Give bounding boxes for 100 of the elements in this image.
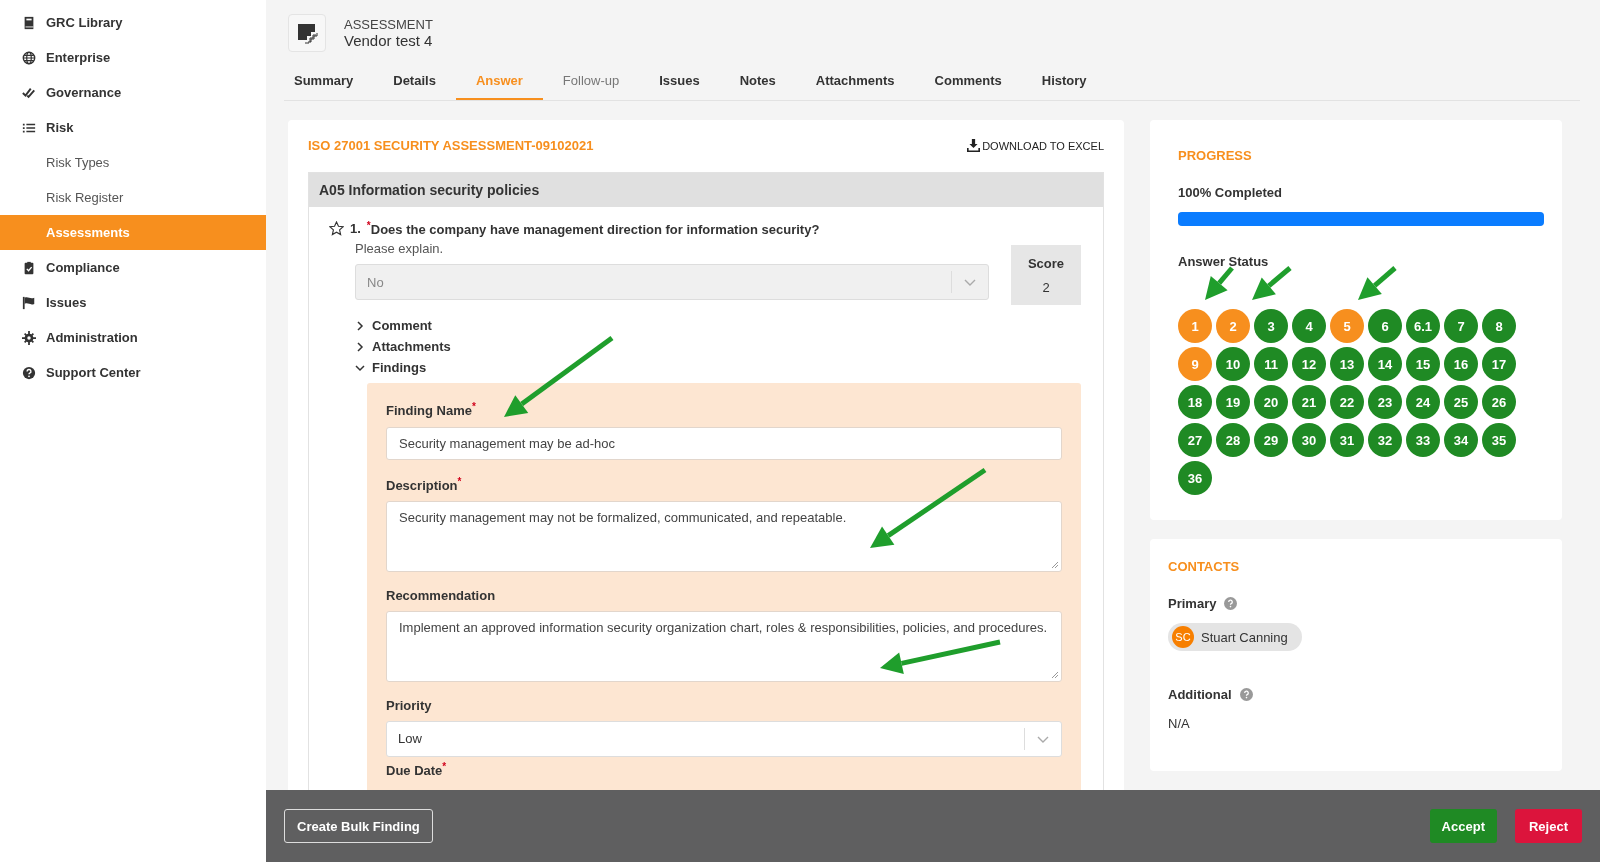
answer-status-dot[interactable]: 8 bbox=[1482, 309, 1516, 343]
answer-status-dot[interactable]: 3 bbox=[1254, 309, 1288, 343]
panel-toggle[interactable]: Findings bbox=[329, 357, 1081, 379]
answer-status-dot[interactable]: 36 bbox=[1178, 461, 1212, 495]
nav-item[interactable]: GRC Library bbox=[0, 5, 266, 40]
answer-status-dot[interactable]: 10 bbox=[1216, 347, 1250, 381]
text-area[interactable]: Implement an approved information security organization chart, roles & responsibilities, policies, and procedures. bbox=[386, 611, 1062, 682]
chevron-right-icon bbox=[355, 341, 365, 352]
answer-status-dot[interactable]: 1 bbox=[1178, 309, 1212, 343]
field-label: Finding Name$^{*}$ bbox=[386, 401, 477, 419]
gear-icon bbox=[22, 330, 36, 345]
answer-status-dot[interactable]: 20 bbox=[1254, 385, 1288, 419]
field-label: Recommendation bbox=[386, 588, 497, 603]
answer-status-dot[interactable]: 34 bbox=[1444, 423, 1478, 457]
answer-status-dot[interactable]: 16 bbox=[1444, 347, 1478, 381]
contact-chip[interactable]: SC Stuart Canning bbox=[1168, 623, 1302, 651]
chevron-down-icon bbox=[355, 362, 365, 373]
nav-item[interactable]: Enterprise bbox=[0, 40, 266, 75]
double-check-icon bbox=[22, 85, 36, 100]
help-icon bbox=[1224, 597, 1238, 610]
tab[interactable]: Notes bbox=[719, 66, 796, 100]
answer-status-dot[interactable]: 6 bbox=[1368, 309, 1402, 343]
answer-status-label: Answer Status bbox=[1178, 254, 1270, 269]
input-field[interactable]: Security management may be ad-hoc bbox=[386, 426, 1062, 460]
section-header: A05 Information security policies bbox=[309, 173, 1103, 207]
resize-handle-icon bbox=[1051, 561, 1059, 569]
answer-status-dot[interactable]: 29 bbox=[1254, 423, 1288, 457]
field-label: Additional bbox=[1168, 687, 1232, 702]
answer-status-dot[interactable]: 19 bbox=[1216, 385, 1250, 419]
answer-status-dot[interactable]: 32 bbox=[1368, 423, 1402, 457]
answer-status-dot[interactable]: 33 bbox=[1406, 423, 1440, 457]
nav-item[interactable]: Administration bbox=[0, 320, 266, 355]
tab[interactable]: History bbox=[1021, 66, 1107, 100]
accept-button[interactable]: Accept bbox=[1429, 809, 1497, 843]
answer-status-dot[interactable]: 31 bbox=[1330, 423, 1364, 457]
question-number: 1. bbox=[350, 221, 361, 237]
assessment-title: ISO 27001 SECURITY ASSESSMENT-09102021 bbox=[308, 138, 594, 153]
help-icon bbox=[1239, 688, 1253, 701]
answer-status-dot[interactable]: 23 bbox=[1368, 385, 1402, 419]
download-link[interactable]: DOWNLOAD TO EXCEL bbox=[967, 139, 1104, 152]
record-type: ASSESSMENT bbox=[344, 17, 433, 32]
answer-status-dot[interactable]: 9 bbox=[1178, 347, 1212, 381]
nav-item[interactable]: Governance bbox=[0, 75, 266, 110]
nav-item[interactable]: Support Center bbox=[0, 355, 266, 390]
nav-item[interactable]: Risk Register bbox=[0, 180, 266, 215]
panel-toggle[interactable]: Comment bbox=[329, 315, 1081, 337]
outline-button[interactable]: Create Bulk Finding bbox=[284, 809, 433, 843]
nav-item[interactable]: Risk bbox=[0, 110, 266, 145]
answer-status-dot[interactable]: 28 bbox=[1216, 423, 1250, 457]
annotation-arrow bbox=[1358, 266, 1397, 300]
tab[interactable]: Issues bbox=[639, 66, 720, 100]
answer-status-dot[interactable]: 26 bbox=[1482, 385, 1516, 419]
answer-status-dot[interactable]: 18 bbox=[1178, 385, 1212, 419]
question-text: $^{*}$Does the company have management direction for information security? bbox=[366, 220, 820, 238]
score-label: Score bbox=[1026, 255, 1066, 271]
nav-item[interactable]: Compliance bbox=[0, 250, 266, 285]
tab[interactable]: Details bbox=[373, 66, 456, 100]
nav-item[interactable]: Issues bbox=[0, 285, 266, 320]
score-value: 2 bbox=[1041, 279, 1051, 295]
tab[interactable]: Comments bbox=[914, 66, 1022, 100]
answer-status-dot[interactable]: 14 bbox=[1368, 347, 1402, 381]
annotation-arrow bbox=[1252, 266, 1292, 300]
book-icon bbox=[22, 15, 36, 30]
tab[interactable]: Attachments bbox=[795, 66, 915, 100]
chevron-right-icon bbox=[355, 320, 365, 331]
answer-status-dot[interactable]: 17 bbox=[1482, 347, 1516, 381]
answer-status-dot[interactable]: 21 bbox=[1292, 385, 1326, 419]
answer-status-dot[interactable]: 30 bbox=[1292, 423, 1326, 457]
answer-status-dot[interactable]: 13 bbox=[1330, 347, 1364, 381]
answer-status-dot[interactable]: 27 bbox=[1178, 423, 1212, 457]
answer-status-dot[interactable]: 24 bbox=[1406, 385, 1440, 419]
answer-status-dot[interactable]: 4 bbox=[1292, 309, 1326, 343]
field-label: Primary bbox=[1168, 596, 1217, 611]
answer-status-dot[interactable]: 35 bbox=[1482, 423, 1516, 457]
record-title: Vendor test 4 bbox=[344, 32, 433, 49]
answer-status-dot[interactable]: 7 bbox=[1444, 309, 1478, 343]
download-icon bbox=[967, 139, 981, 152]
answer-status-dot[interactable]: 25 bbox=[1444, 385, 1478, 419]
tab[interactable]: Summary bbox=[288, 66, 374, 100]
clipboard-icon bbox=[22, 260, 36, 275]
nav-item[interactable]: Assessments bbox=[0, 215, 266, 250]
star-icon bbox=[329, 221, 344, 237]
answer-status-dot[interactable]: 6.1 bbox=[1406, 309, 1440, 343]
globe-icon bbox=[22, 50, 36, 65]
reject-button[interactable]: Reject bbox=[1514, 809, 1582, 843]
text-area[interactable]: Security management may not be formalized, communicated, and repeatable. bbox=[386, 501, 1062, 572]
contacts-title: CONTACTS bbox=[1168, 559, 1241, 574]
answer-status-dot[interactable]: 2 bbox=[1216, 309, 1250, 343]
priority-dropdown[interactable]: Low bbox=[386, 721, 1062, 757]
answer-status-dot[interactable]: 22 bbox=[1330, 385, 1364, 419]
progress-title: PROGRESS bbox=[1178, 148, 1253, 163]
question-hint: Please explain. bbox=[355, 241, 445, 257]
field-label: Description$^{*}$ bbox=[386, 475, 463, 493]
answer-status-dot[interactable]: 5 bbox=[1330, 309, 1364, 343]
answer-status-dot[interactable]: 12 bbox=[1292, 347, 1326, 381]
panel-toggle[interactable]: Attachments bbox=[329, 336, 1081, 358]
nav-item[interactable]: Risk Types bbox=[0, 145, 266, 180]
avatar: SC bbox=[1172, 626, 1194, 648]
answer-status-dot[interactable]: 15 bbox=[1406, 347, 1440, 381]
answer-status-dot[interactable]: 11 bbox=[1254, 347, 1288, 381]
